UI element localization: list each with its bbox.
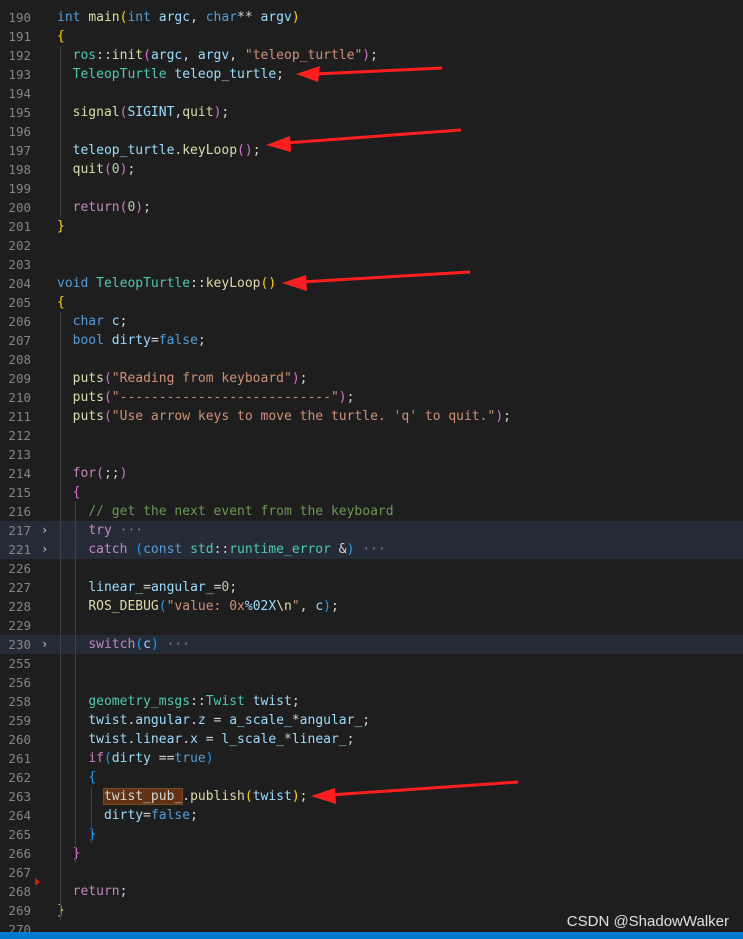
arrow-204 bbox=[282, 270, 471, 291]
status-bar[interactable] bbox=[0, 932, 743, 939]
annotation-arrows bbox=[266, 66, 519, 804]
watermark: CSDN @ShadowWalker bbox=[566, 913, 729, 930]
code-editor[interactable]: 190 int main(int argc, char** argv) 191{19… bbox=[0, 0, 743, 932]
arrow-263 bbox=[311, 780, 519, 804]
arrow-197 bbox=[266, 128, 462, 152]
error-marker-icon bbox=[35, 878, 40, 886]
arrow-193 bbox=[296, 66, 443, 82]
